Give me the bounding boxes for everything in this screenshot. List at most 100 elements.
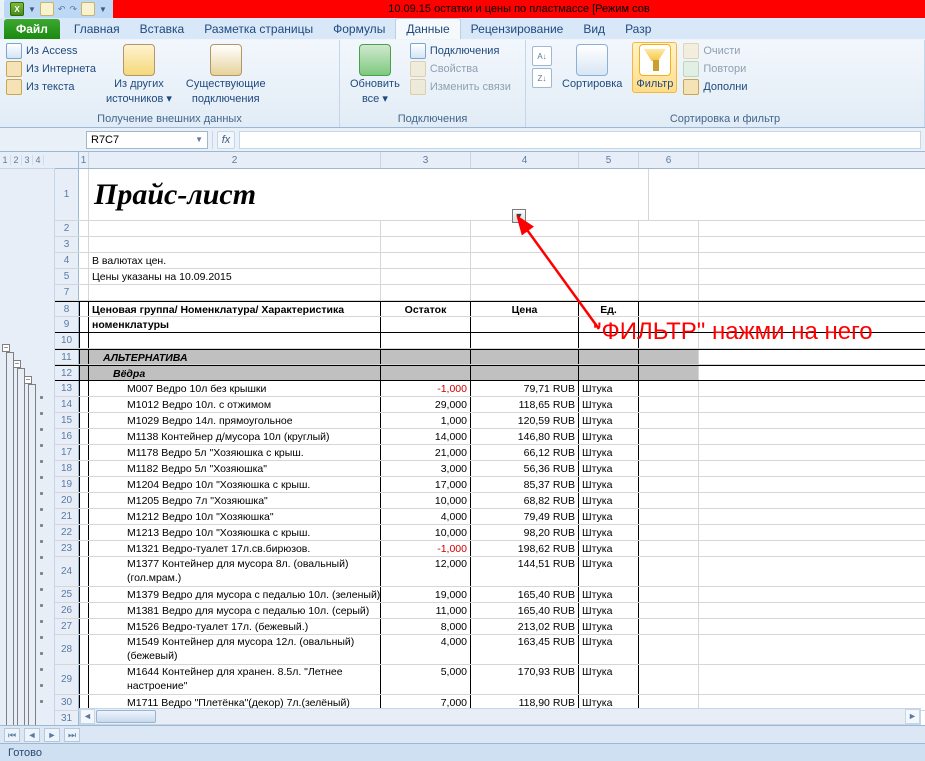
btn-sort[interactable]: Сортировка xyxy=(558,42,626,93)
tab-data[interactable]: Данные xyxy=(395,18,460,39)
outline-collapse-3[interactable]: − xyxy=(24,376,32,384)
row-head-5[interactable]: 5 xyxy=(55,269,79,284)
outline-collapse-1[interactable]: − xyxy=(2,344,10,352)
row-head[interactable]: 26 xyxy=(55,603,79,618)
sheet-nav-prev[interactable]: ◄ xyxy=(24,728,40,742)
table-row[interactable]: 15М1029 Ведро 14л. прямоугольное1,000120… xyxy=(55,413,925,429)
table-row[interactable]: 20М1205 Ведро 7л "Хозяюшка"10,00068,82 R… xyxy=(55,493,925,509)
btn-from-access[interactable]: Из Access xyxy=(6,43,96,59)
col-head-2[interactable]: 2 xyxy=(89,152,381,168)
sheet-nav-first[interactable]: ⏮ xyxy=(4,728,20,742)
table-row[interactable]: 28М1549 Контейнер для мусора 12л. (оваль… xyxy=(55,635,925,665)
row-head-7[interactable]: 7 xyxy=(55,285,79,300)
col-head-5[interactable]: 5 xyxy=(579,152,639,168)
table-row[interactable]: 14М1012 Ведро 10л. с отжимом29,000118,65… xyxy=(55,397,925,413)
hscroll-left-icon[interactable]: ◄ xyxy=(80,709,95,724)
table-row[interactable]: 19М1204 Ведро 10л "Хозяюшка с крыш.17,00… xyxy=(55,477,925,493)
fx-button[interactable]: fx xyxy=(217,131,235,149)
table-row[interactable]: 18М1182 Ведро 5л "Хозяюшка"3,00056,36 RU… xyxy=(55,461,925,477)
row-head[interactable]: 31 xyxy=(55,711,79,726)
btn-filter[interactable]: Фильтр xyxy=(632,42,677,93)
row-head-3[interactable]: 3 xyxy=(55,237,79,252)
row-head[interactable]: 23 xyxy=(55,541,79,556)
row-head-11[interactable]: 11 xyxy=(55,350,79,364)
autofilter-chip[interactable]: ▼ xyxy=(512,209,526,223)
col-head-1[interactable]: 1 xyxy=(79,152,89,168)
btn-connections[interactable]: Подключения xyxy=(410,43,511,59)
row-head[interactable]: 19 xyxy=(55,477,79,492)
row-head[interactable]: 30 xyxy=(55,695,79,710)
row-head-12[interactable]: 12 xyxy=(55,366,79,380)
btn-from-web[interactable]: Из Интернета xyxy=(6,61,96,77)
tab-formulas[interactable]: Формулы xyxy=(323,19,395,39)
row-head[interactable]: 28 xyxy=(55,635,79,664)
col-head-4[interactable]: 4 xyxy=(471,152,579,168)
col-head-3[interactable]: 3 xyxy=(381,152,471,168)
row-head[interactable]: 16 xyxy=(55,429,79,444)
row-head-8[interactable]: 8 xyxy=(55,302,79,316)
qat-more-icon[interactable]: ▼ xyxy=(99,5,107,14)
row-head[interactable]: 18 xyxy=(55,461,79,476)
undo-icon[interactable]: ↶ xyxy=(58,4,66,15)
row-head[interactable]: 21 xyxy=(55,509,79,524)
btn-from-text[interactable]: Из текста xyxy=(6,79,96,95)
sort-asc-icon[interactable]: A↓ xyxy=(532,46,552,66)
table-row[interactable]: 26М1381 Ведро для мусора с педалью 10л. … xyxy=(55,603,925,619)
btn-refresh-all[interactable]: Обновить все ▾ xyxy=(346,42,404,107)
qat-dropdown-icon[interactable]: ▼ xyxy=(28,5,36,14)
sort-desc-icon[interactable]: Z↓ xyxy=(532,68,552,88)
formula-input[interactable] xyxy=(239,131,921,149)
table-row[interactable]: 29М1644 Контейнер для хранен. 8.5л. "Лет… xyxy=(55,665,925,695)
table-row[interactable]: 24М1377 Контейнер для мусора 8л. (овальн… xyxy=(55,557,925,587)
outline-level-4[interactable]: 4 xyxy=(33,155,44,165)
row-head-10[interactable]: 10 xyxy=(55,333,79,348)
hscroll-right-icon[interactable]: ► xyxy=(905,709,920,724)
tab-review[interactable]: Рецензирование xyxy=(461,19,574,39)
qat-save-icon[interactable] xyxy=(40,2,54,16)
select-all-corner[interactable] xyxy=(55,152,79,169)
row-head[interactable]: 29 xyxy=(55,665,79,694)
table-row[interactable]: 25М1379 Ведро для мусора с педалью 10л. … xyxy=(55,587,925,603)
row-head[interactable]: 27 xyxy=(55,619,79,634)
btn-from-other-sources[interactable]: Из других источников ▾ xyxy=(102,42,176,107)
row-head[interactable]: 17 xyxy=(55,445,79,460)
tab-pagelayout[interactable]: Разметка страницы xyxy=(194,19,323,39)
tab-developer[interactable]: Разр xyxy=(615,19,661,39)
row-head[interactable]: 20 xyxy=(55,493,79,508)
table-row[interactable]: 17М1178 Ведро 5л "Хозяюшка с крыш.21,000… xyxy=(55,445,925,461)
cell-grid[interactable]: 1 Прайс-лист 2 3 4 В валютах цен. 5 Цены… xyxy=(55,169,925,743)
redo-icon[interactable]: ↷ xyxy=(69,4,77,15)
tab-insert[interactable]: Вставка xyxy=(130,19,195,39)
sheet-nav-next[interactable]: ► xyxy=(44,728,60,742)
btn-existing-connections[interactable]: Существующие подключения xyxy=(182,42,270,107)
row-head[interactable]: 15 xyxy=(55,413,79,428)
hscroll-thumb[interactable] xyxy=(96,710,156,723)
row-head[interactable]: 14 xyxy=(55,397,79,412)
row-head-1[interactable]: 1 xyxy=(55,169,79,220)
row-head[interactable]: 22 xyxy=(55,525,79,540)
tab-home[interactable]: Главная xyxy=(64,19,130,39)
table-row[interactable]: 16М1138 Контейнер д/мусора 10л (круглый)… xyxy=(55,429,925,445)
name-box-dropdown-icon[interactable]: ▼ xyxy=(195,135,203,144)
table-row[interactable]: 27М1526 Ведро-туалет 17л. (бежевый.)8,00… xyxy=(55,619,925,635)
row-head[interactable]: 24 xyxy=(55,557,79,586)
col-head-6[interactable]: 6 xyxy=(639,152,699,168)
table-row[interactable]: 21М1212 Ведро 10л "Хозяюшка"4,00079,49 R… xyxy=(55,509,925,525)
table-row[interactable]: 22М1213 Ведро 10л "Хозяюшка с крыш.10,00… xyxy=(55,525,925,541)
outline-level-1[interactable]: 1 xyxy=(0,155,11,165)
table-row[interactable]: 13М007 Ведро 10л без крышки-1,00079,71 R… xyxy=(55,381,925,397)
tab-view[interactable]: Вид xyxy=(573,19,615,39)
outline-level-2[interactable]: 2 xyxy=(11,155,22,165)
row-head[interactable]: 13 xyxy=(55,381,79,396)
qat-print-icon[interactable] xyxy=(81,2,95,16)
outline-collapse-2[interactable]: − xyxy=(13,360,21,368)
tab-file[interactable]: Файл xyxy=(4,19,60,39)
row-head[interactable]: 25 xyxy=(55,587,79,602)
horizontal-scrollbar[interactable]: ◄ ► xyxy=(79,708,921,725)
sheet-nav-last[interactable]: ⏭ xyxy=(64,728,80,742)
row-head-4[interactable]: 4 xyxy=(55,253,79,268)
btn-advanced-filter[interactable]: Дополни xyxy=(683,79,747,95)
table-row[interactable]: 23М1321 Ведро-туалет 17л.св.бирюзов.-1,0… xyxy=(55,541,925,557)
row-head-2[interactable]: 2 xyxy=(55,221,79,236)
outline-level-3[interactable]: 3 xyxy=(22,155,33,165)
